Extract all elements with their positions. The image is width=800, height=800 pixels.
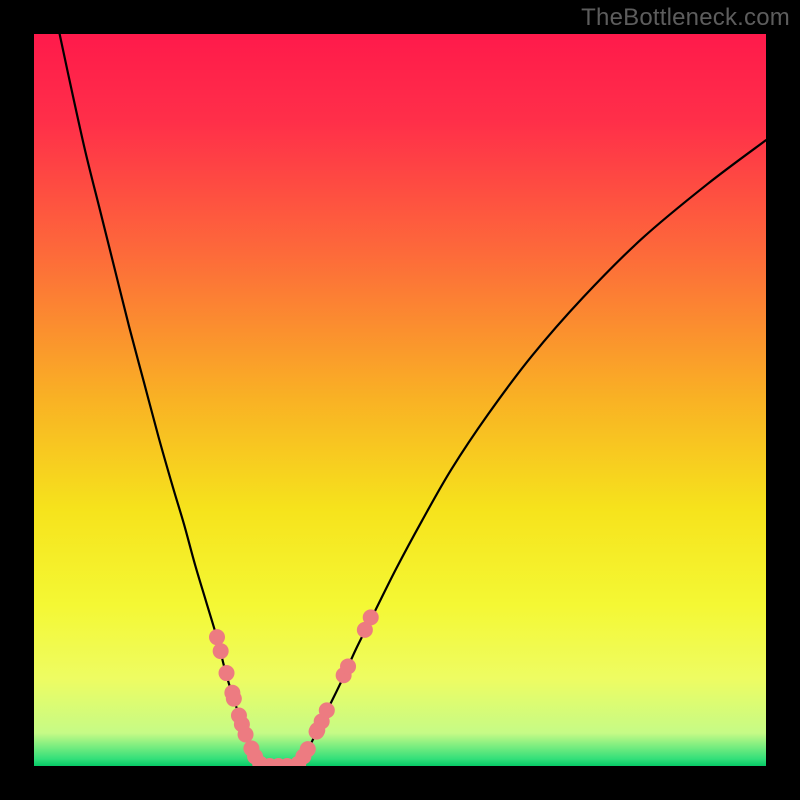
highlight-marker bbox=[238, 727, 254, 743]
chart-frame: TheBottleneck.com bbox=[0, 0, 800, 800]
highlight-marker bbox=[300, 741, 316, 757]
plot-area bbox=[34, 34, 766, 766]
highlight-marker bbox=[219, 665, 235, 681]
marker-layer bbox=[34, 34, 766, 766]
highlight-marker bbox=[209, 629, 225, 645]
highlight-marker bbox=[213, 643, 229, 659]
highlight-marker bbox=[363, 609, 379, 625]
highlight-marker bbox=[226, 691, 242, 707]
source-watermark: TheBottleneck.com bbox=[581, 4, 790, 32]
highlight-marker bbox=[319, 702, 335, 718]
highlight-marker bbox=[340, 658, 356, 674]
